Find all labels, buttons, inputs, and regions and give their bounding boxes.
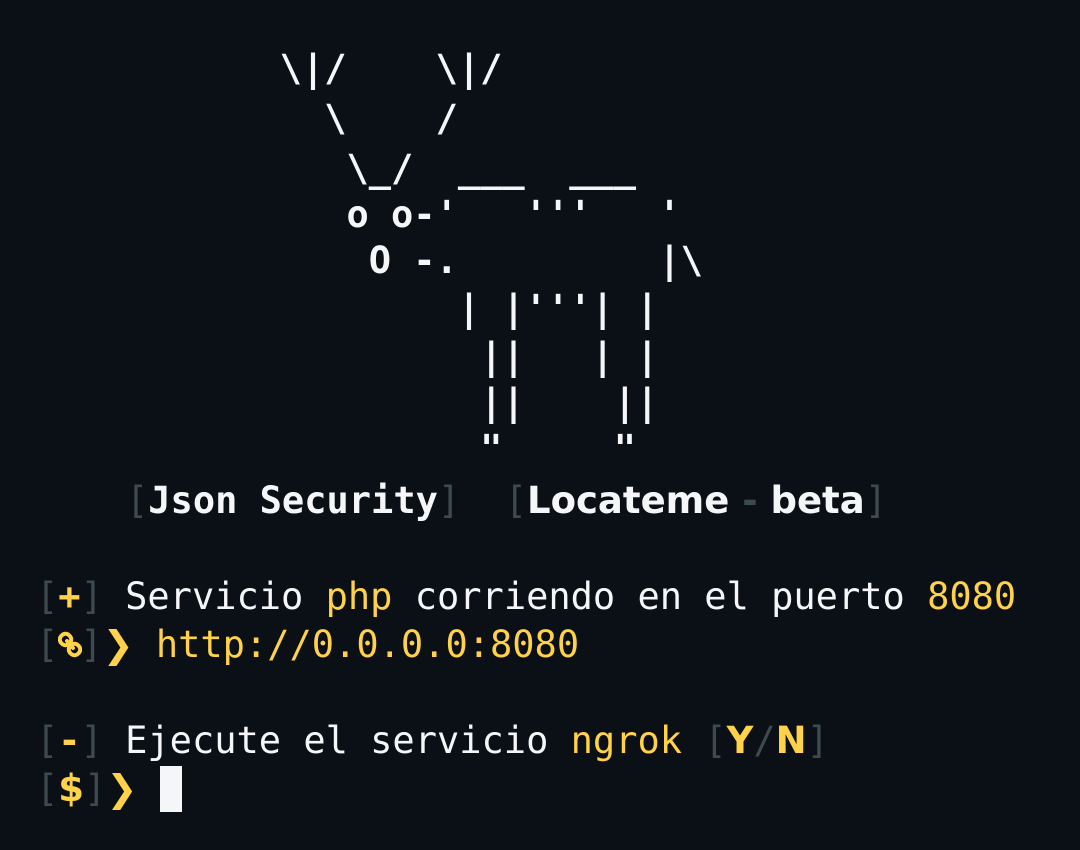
status-text: corriendo en el puerto: [392, 575, 928, 618]
url-bracket: ]: [80, 623, 103, 666]
status-line: [+] Servicio php corriendo en el puerto …: [36, 574, 1016, 620]
status-lang: php: [325, 575, 393, 618]
status-text: Servicio: [102, 575, 326, 618]
prompt-line: [$]❯: [36, 766, 182, 812]
banner-dash: -: [729, 479, 771, 522]
question-line: [-] Ejecute el servicio ngrok [Y/N]: [36, 718, 829, 764]
tool-version: beta: [770, 479, 865, 522]
option-bracket: [: [704, 719, 727, 762]
minus-icon: -: [58, 719, 81, 762]
option-bracket: ]: [806, 719, 829, 762]
text-cursor[interactable]: [159, 766, 182, 812]
status-bracket: [: [36, 575, 59, 618]
banner-bracket: ]: [864, 479, 887, 522]
ascii-art-line: || | |: [146, 335, 659, 378]
prompt-arrow-icon: ❯: [106, 767, 138, 810]
question-text: Ejecute el servicio: [102, 719, 571, 762]
prompt-bracket: [: [36, 767, 59, 810]
ascii-art-line: o o-' ''' ': [146, 193, 681, 236]
banner-bracket: [: [126, 479, 149, 522]
status-bracket: ]: [80, 575, 103, 618]
url-line: []❯ http://0.0.0.0:8080: [36, 622, 579, 668]
prompt-bracket: ]: [84, 767, 107, 810]
ascii-art-line: O -. |\: [146, 239, 703, 282]
ascii-art-line: | |'''| |: [146, 287, 659, 330]
ascii-art-line: " ": [146, 427, 637, 470]
question-service: ngrok: [570, 719, 683, 762]
ascii-art-line: \_/ ___ ___: [146, 147, 637, 190]
ascii-art-line: \|/ \|/: [146, 47, 503, 90]
ascii-art-line: || ||: [146, 381, 659, 424]
option-no: N: [775, 719, 807, 762]
prompt-arrow-icon: ❯: [102, 623, 134, 666]
service-url[interactable]: http://0.0.0.0:8080: [156, 623, 579, 666]
banner-bracket: ]: [437, 479, 461, 522]
option-slash: /: [753, 719, 776, 762]
question-bracket: ]: [80, 719, 103, 762]
link-icon: [58, 622, 83, 668]
author-name: Json Security: [148, 479, 438, 522]
url-bracket: [: [36, 623, 59, 666]
plus-icon: +: [58, 575, 81, 618]
dollar-icon: $: [58, 767, 85, 810]
option-yes: Y: [726, 719, 754, 762]
banner: [Json Security] [Locateme - beta]: [126, 478, 887, 524]
status-port: 8080: [927, 575, 1017, 618]
ascii-art-line: \ /: [146, 97, 458, 140]
question-bracket: [: [36, 719, 59, 762]
banner-bracket: [: [504, 479, 527, 522]
tool-name: Locateme: [527, 479, 730, 522]
